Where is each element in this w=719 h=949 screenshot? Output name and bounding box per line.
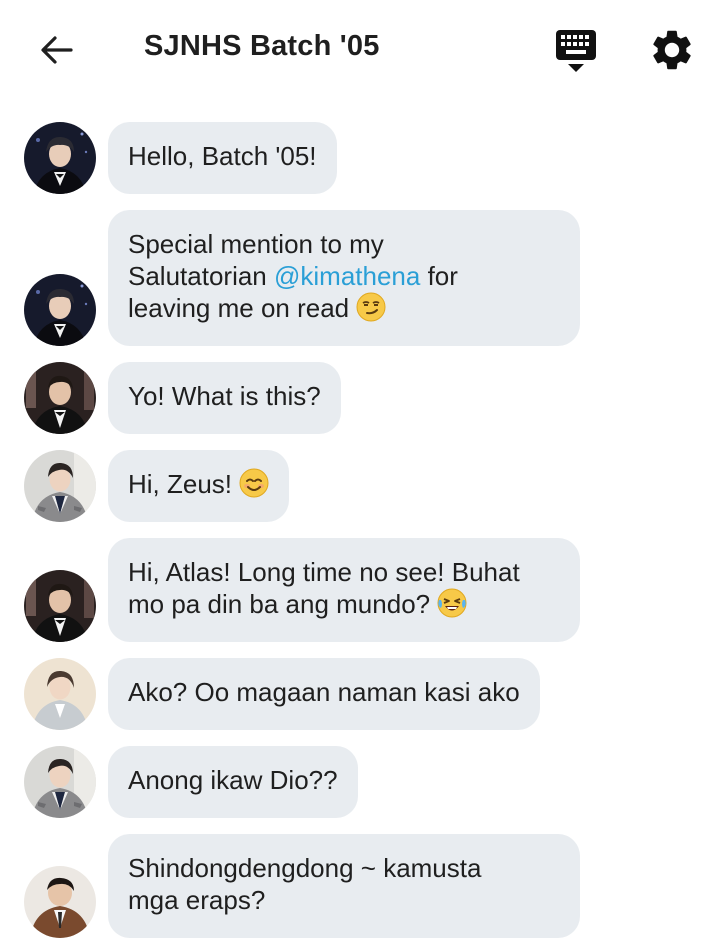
- message-item: Shindongdengdong ~ kamusta mga eraps?: [0, 834, 719, 938]
- user-mention-link[interactable]: @kimathena: [274, 261, 420, 291]
- avatar[interactable]: [24, 122, 96, 194]
- smile-emoji: [239, 468, 269, 498]
- avatar[interactable]: [24, 570, 96, 642]
- arrow-left-icon: [41, 36, 73, 64]
- message-bubble[interactable]: Hi, Zeus!: [108, 450, 290, 522]
- message-bubble[interactable]: Yo! What is this?: [108, 362, 341, 434]
- keyboard-button[interactable]: [552, 28, 600, 74]
- avatar-black-suit: [24, 274, 96, 346]
- avatar[interactable]: [24, 274, 96, 346]
- avatar[interactable]: [24, 746, 96, 818]
- message-item: Special mention to my Salutatorian @kima…: [0, 210, 719, 346]
- avatar-light-suit: [24, 658, 96, 730]
- message-list[interactable]: Hello, Batch '05! Special mention to my …: [0, 100, 719, 949]
- message-text: Shindongdengdong ~ kamusta mga eraps?: [128, 853, 482, 915]
- avatar-brown-suit: [24, 866, 96, 938]
- message-bubble[interactable]: Anong ikaw Dio??: [108, 746, 358, 818]
- message-bubble[interactable]: Shindongdengdong ~ kamusta mga eraps?: [108, 834, 580, 938]
- message-text: Yo! What is this?: [128, 381, 321, 411]
- avatar-black-suit: [24, 122, 96, 194]
- laughing-emoji: [437, 588, 467, 618]
- message-text: Hi, Zeus!: [128, 469, 240, 499]
- message-item: Yo! What is this?: [0, 362, 719, 434]
- message-bubble[interactable]: Hi, Atlas! Long time no see! Buhat mo pa…: [108, 538, 580, 642]
- message-bubble[interactable]: Special mention to my Salutatorian @kima…: [108, 210, 580, 346]
- chat-title: SJNHS Batch '05: [144, 30, 380, 62]
- avatar[interactable]: [24, 450, 96, 522]
- message-item: Hello, Batch '05!: [0, 122, 719, 194]
- settings-button[interactable]: [648, 26, 696, 74]
- avatar-gray-suit: [24, 746, 96, 818]
- smirk-emoji: [356, 292, 386, 322]
- message-text: Anong ikaw Dio??: [128, 765, 338, 795]
- message-item: Hi, Atlas! Long time no see! Buhat mo pa…: [0, 538, 719, 642]
- message-text: Ako? Oo magaan naman kasi ako: [128, 677, 520, 707]
- avatar[interactable]: [24, 866, 96, 938]
- gear-icon: [653, 30, 691, 70]
- back-button[interactable]: [30, 28, 82, 72]
- message-item: Ako? Oo magaan naman kasi ako: [0, 658, 719, 730]
- avatar-gray-suit: [24, 450, 96, 522]
- avatar[interactable]: [24, 658, 96, 730]
- app-header: SJNHS Batch '05: [0, 0, 719, 100]
- avatar-tuxedo: [24, 362, 96, 434]
- message-item: Hi, Zeus!: [0, 450, 719, 522]
- keyboard-icon: [556, 30, 596, 72]
- message-text: Hello, Batch '05!: [128, 141, 317, 171]
- avatar-tuxedo: [24, 570, 96, 642]
- message-bubble[interactable]: Hello, Batch '05!: [108, 122, 337, 194]
- message-bubble[interactable]: Ako? Oo magaan naman kasi ako: [108, 658, 540, 730]
- message-item: Anong ikaw Dio??: [0, 746, 719, 818]
- avatar[interactable]: [24, 362, 96, 434]
